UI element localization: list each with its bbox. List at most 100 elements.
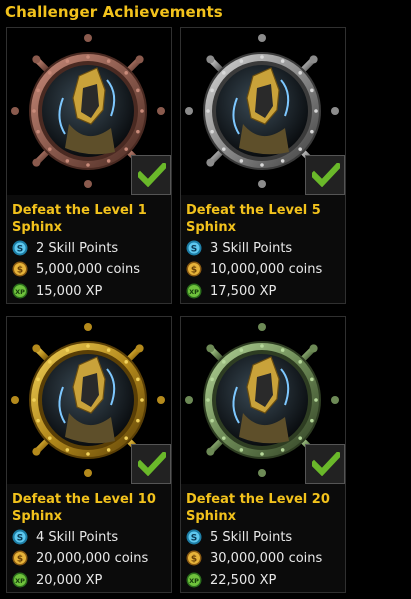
wheel-rivet xyxy=(206,109,210,113)
wheel-rivet xyxy=(239,59,244,63)
skill-points-label: 3 Skill Points xyxy=(210,240,293,256)
skill-points-label: 5 Skill Points xyxy=(210,529,293,545)
wheel-knob xyxy=(258,180,266,188)
wheel-rivet xyxy=(222,360,226,364)
coins-label: 30,000,000 coins xyxy=(210,550,323,566)
wheel-rivet xyxy=(310,418,314,423)
achievements-page: Challenger Achievements Defeat the Level… xyxy=(0,0,411,599)
checkmark-icon xyxy=(312,452,340,476)
wheel-knob xyxy=(32,447,41,456)
wheel-knob xyxy=(185,107,193,115)
coin-icon: $ xyxy=(12,550,28,566)
wheel-rivet xyxy=(36,88,40,93)
wheel-rivet xyxy=(222,436,226,440)
wheel-rivet xyxy=(124,71,128,75)
wheel-rivet xyxy=(48,436,52,440)
wheel-rivet xyxy=(239,348,244,352)
wheel-rivet xyxy=(136,418,140,423)
skill-points-row: S 5 Skill Points xyxy=(186,528,292,546)
wheel-knob xyxy=(32,55,41,64)
xp-row: XP 22,500 XP xyxy=(186,571,276,589)
wheel-knob xyxy=(32,158,41,167)
coins-row: $ 10,000,000 coins xyxy=(186,260,322,278)
coins-label: 20,000,000 coins xyxy=(36,550,149,566)
wheel-rivet xyxy=(48,360,52,364)
xp-icon: XP xyxy=(186,572,202,588)
checkmark-icon xyxy=(138,452,166,476)
page-title: Challenger Achievements xyxy=(5,3,223,21)
wheel-rivet xyxy=(32,398,36,402)
svg-text:$: $ xyxy=(17,555,23,565)
wheel-rivet xyxy=(86,163,90,167)
wheel-rivet xyxy=(136,377,140,382)
wheel-rivet xyxy=(260,163,264,167)
wheel-rivet xyxy=(298,71,302,75)
xp-icon: XP xyxy=(12,572,28,588)
skill-points-label: 2 Skill Points xyxy=(36,240,119,256)
xp-row: XP 20,000 XP xyxy=(12,571,102,589)
achievement-title: Defeat the Level 1 Sphinx xyxy=(12,203,147,235)
wheel-knob xyxy=(206,344,215,353)
coin-icon: $ xyxy=(12,261,28,277)
wheel-rivet xyxy=(310,88,314,93)
achievement-card-level-5[interactable]: Defeat the Level 5 Sphinx S 3 Skill Poin… xyxy=(180,27,346,304)
achievement-card-level-20[interactable]: Defeat the Level 20 Sphinx S 5 Skill Poi… xyxy=(180,316,346,593)
wheel-rivet xyxy=(86,452,90,456)
wheel-rivet xyxy=(280,448,285,452)
wheel-rivet xyxy=(136,129,140,134)
xp-icon: XP xyxy=(12,283,28,299)
medal-image xyxy=(7,317,171,484)
achievement-card-level-10[interactable]: Defeat the Level 10 Sphinx S 4 Skill Poi… xyxy=(6,316,172,593)
wheel-rivet xyxy=(280,159,285,163)
wheel-rivet xyxy=(239,448,244,452)
svg-text:S: S xyxy=(191,245,197,255)
xp-icon: XP xyxy=(186,283,202,299)
achievement-title: Defeat the Level 20 Sphinx xyxy=(186,492,330,524)
coins-row: $ 5,000,000 coins xyxy=(12,260,140,278)
wheel-rivet xyxy=(222,71,226,75)
svg-text:S: S xyxy=(17,245,23,255)
wheel-rivet xyxy=(65,59,70,63)
achievement-card-level-1[interactable]: Defeat the Level 1 Sphinx S 2 Skill Poin… xyxy=(6,27,172,304)
wheel-knob xyxy=(258,323,266,331)
wheel-rivet xyxy=(210,88,214,93)
checkmark-icon xyxy=(312,163,340,187)
skill-point-icon: S xyxy=(12,529,28,545)
wheel-knob xyxy=(206,158,215,167)
svg-text:XP: XP xyxy=(15,577,25,585)
medal-image xyxy=(7,28,171,195)
skill-points-row: S 3 Skill Points xyxy=(186,239,292,257)
svg-text:XP: XP xyxy=(15,288,25,296)
xp-label: 17,500 XP xyxy=(210,283,277,299)
checkmark-icon xyxy=(138,163,166,187)
wheel-knob xyxy=(84,469,92,477)
wheel-rivet xyxy=(48,147,52,151)
coins-label: 10,000,000 coins xyxy=(210,261,323,277)
wheel-knob xyxy=(135,344,144,353)
achievement-title: Defeat the Level 10 Sphinx xyxy=(12,492,156,524)
wheel-rivet xyxy=(314,398,318,402)
svg-text:S: S xyxy=(17,534,23,544)
xp-label: 22,500 XP xyxy=(210,572,277,588)
wheel-knob xyxy=(309,344,318,353)
wheel-knob xyxy=(206,447,215,456)
wheel-rivet xyxy=(260,452,264,456)
completed-badge xyxy=(131,155,171,195)
wheel-knob xyxy=(32,344,41,353)
wheel-rivet xyxy=(65,448,70,452)
svg-text:XP: XP xyxy=(189,288,199,296)
wheel-rivet xyxy=(310,129,314,134)
svg-text:$: $ xyxy=(191,266,197,276)
skill-points-label: 4 Skill Points xyxy=(36,529,119,545)
wheel-rivet xyxy=(136,88,140,93)
wheel-rivet xyxy=(106,348,111,352)
skill-point-icon: S xyxy=(12,240,28,256)
completed-badge xyxy=(305,155,345,195)
wheel-rivet xyxy=(140,109,144,113)
wheel-knob xyxy=(258,469,266,477)
wheel-knob xyxy=(157,396,165,404)
wheel-rivet xyxy=(106,59,111,63)
wheel-rivet xyxy=(124,436,128,440)
wheel-rivet xyxy=(86,55,90,59)
wheel-rivet xyxy=(298,360,302,364)
